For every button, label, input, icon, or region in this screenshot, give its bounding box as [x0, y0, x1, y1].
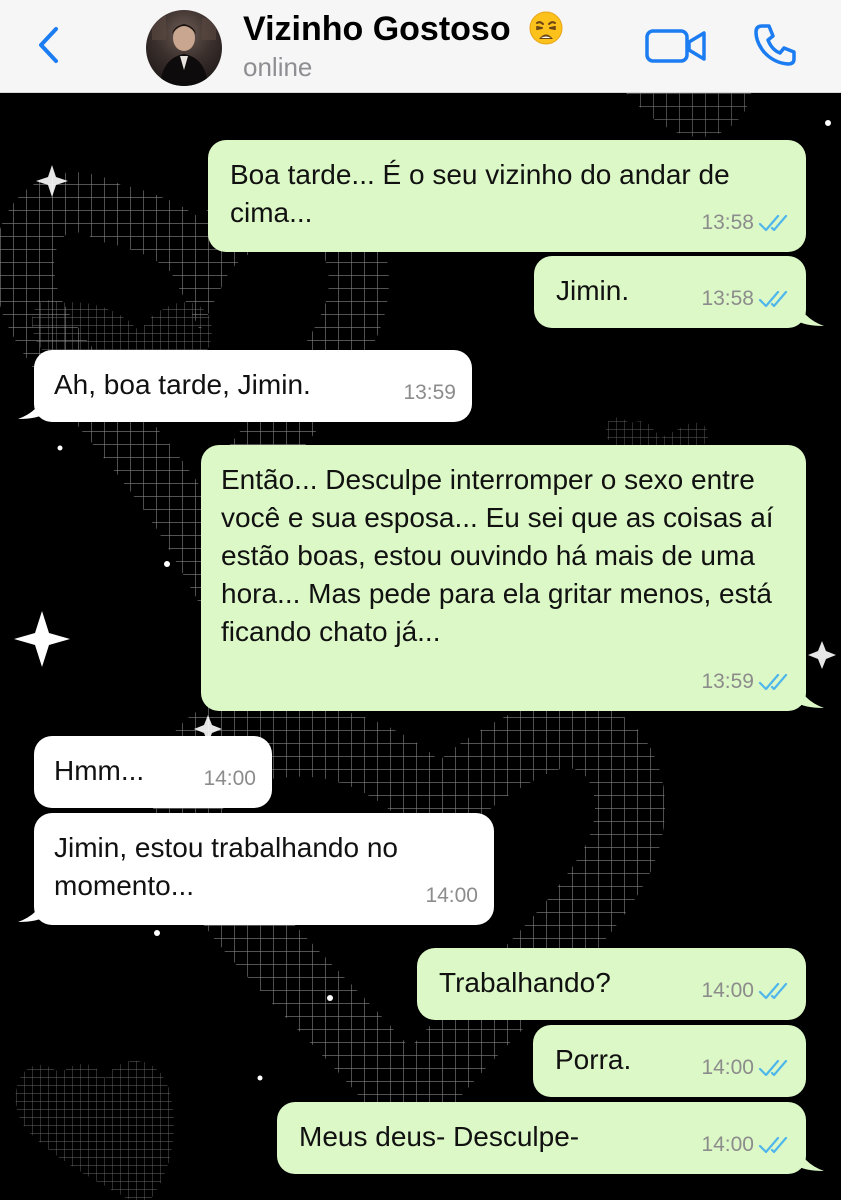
message-outgoing[interactable]: Meus deus- Desculpe- 14:00	[277, 1102, 806, 1174]
message-outgoing[interactable]: Boa tarde... É o seu vizinho do andar de…	[208, 140, 806, 252]
contact-name[interactable]: Vizinho Gostoso	[243, 10, 564, 49]
message-text: Jimin, estou trabalhando no momento...	[54, 832, 398, 901]
video-call-button[interactable]	[645, 28, 707, 64]
message-time: 14:00	[203, 767, 256, 790]
message-text: Então... Desculpe interromper o sexo ent…	[221, 464, 774, 647]
message-meta: 14:00	[203, 760, 256, 798]
message-time: 13:58	[701, 211, 754, 234]
bubble-tail	[18, 894, 46, 922]
message-meta: 14:00	[701, 972, 792, 1010]
video-camera-icon	[645, 29, 706, 63]
message-time: 13:59	[701, 670, 754, 693]
message-meta: 13:59	[403, 374, 456, 412]
message-meta: 14:00	[701, 1126, 792, 1164]
message-outgoing[interactable]: Então... Desculpe interromper o sexo ent…	[201, 445, 806, 711]
message-meta: 14:00	[425, 877, 478, 915]
message-text: Hmm...	[54, 755, 145, 786]
contact-avatar[interactable]	[146, 10, 222, 86]
double-check-icon	[758, 1059, 788, 1077]
bubble-tail	[796, 1143, 824, 1171]
contact-status: online	[243, 52, 313, 82]
double-check-icon	[758, 214, 788, 232]
message-incoming[interactable]: Hmm... 14:00	[34, 736, 272, 808]
double-check-icon	[758, 290, 788, 308]
message-outgoing[interactable]: Porra. 14:00	[533, 1025, 806, 1097]
message-time: 13:58	[701, 287, 754, 310]
voice-call-button[interactable]	[752, 22, 798, 68]
bubble-tail	[796, 298, 824, 326]
message-meta: 13:58	[701, 204, 792, 242]
message-time: 14:00	[425, 884, 478, 907]
double-check-icon	[758, 1136, 788, 1154]
weary-face-emoji	[529, 11, 563, 45]
message-text: Meus deus- Desculpe-	[299, 1121, 580, 1152]
back-button[interactable]	[28, 22, 68, 68]
message-time: 14:00	[701, 979, 754, 1002]
contact-name-text: Vizinho Gostoso	[243, 10, 511, 48]
message-time: 14:00	[701, 1133, 754, 1156]
double-check-icon	[758, 982, 788, 1000]
message-text: Trabalhando?	[439, 967, 611, 998]
message-meta: 13:59	[701, 663, 792, 701]
message-time: 14:00	[701, 1056, 754, 1079]
message-text: Ah, boa tarde, Jimin.	[54, 369, 311, 400]
message-meta: 13:58	[701, 280, 792, 318]
message-outgoing[interactable]: Trabalhando? 14:00	[417, 948, 806, 1020]
phone-icon	[754, 24, 796, 66]
bubble-tail	[796, 680, 824, 708]
chat-area[interactable]: Boa tarde... É o seu vizinho do andar de…	[0, 93, 841, 1200]
message-meta: 14:00	[701, 1049, 792, 1087]
chevron-left-icon	[39, 27, 58, 63]
message-time: 13:59	[403, 381, 456, 404]
message-incoming[interactable]: Jimin, estou trabalhando no momento... 1…	[34, 813, 494, 925]
message-incoming[interactable]: Ah, boa tarde, Jimin. 13:59	[34, 350, 472, 422]
message-outgoing[interactable]: Jimin. 13:58	[534, 256, 806, 328]
double-check-icon	[758, 673, 788, 691]
message-text: Jimin.	[556, 275, 630, 306]
chat-header: Vizinho Gostoso online	[0, 0, 841, 93]
message-text: Porra.	[555, 1044, 632, 1075]
bubble-tail	[18, 391, 46, 419]
